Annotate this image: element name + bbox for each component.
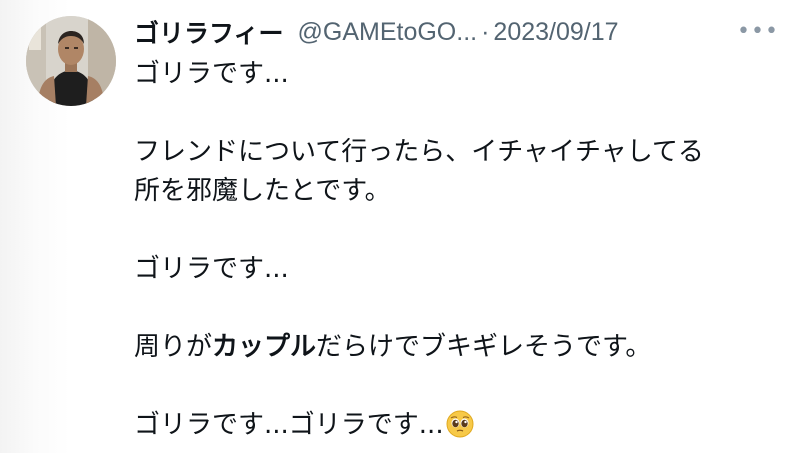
tweet-text: ゴリラです... フレンドについて行ったら、イチャイチャしてる 所を邪魔したとで… [134,55,784,445]
line-break [134,211,784,250]
line-break [134,94,784,133]
tweet-text-segment: だらけでブキギレそうです。 [316,332,652,362]
tweet-line: フレンドについて行ったら、イチャイチャしてる [134,137,704,167]
line-break [134,367,784,406]
tweet-header: ゴリラフィー @GAMEtoGO... · 2023/09/17 [134,12,784,52]
avatar-photo [26,16,116,106]
display-name[interactable]: ゴリラフィー [134,14,284,50]
tweet-text-segment: ゴリラです...ゴリラです... [134,410,444,440]
tweet-line: ゴリラです... [134,59,289,89]
tweet-date[interactable]: 2023/09/17 [493,18,618,47]
tweet-line: 所を邪魔したとです。 [134,176,391,206]
tweet: ゴリラフィー @GAMEtoGO... · 2023/09/17 ••• ゴリラ… [0,0,800,453]
more-options-button[interactable]: ••• [737,16,779,46]
tweet-text-segment: 周りが [134,332,213,362]
tweet-line: ゴリラです... [134,254,289,284]
user-handle[interactable]: @GAMEtoGO... [298,18,478,47]
more-icon: ••• [737,18,779,44]
line-break [134,289,784,328]
bold-text-segment: カップル [212,332,317,362]
tweet-line: 周りがカップルだらけでブキギレそうです。 [134,328,784,367]
avatar[interactable] [26,16,116,106]
pleading-face-icon [446,410,474,438]
separator-dot: · [481,17,490,46]
tweet-line: ゴリラです...ゴリラです... [134,406,784,445]
